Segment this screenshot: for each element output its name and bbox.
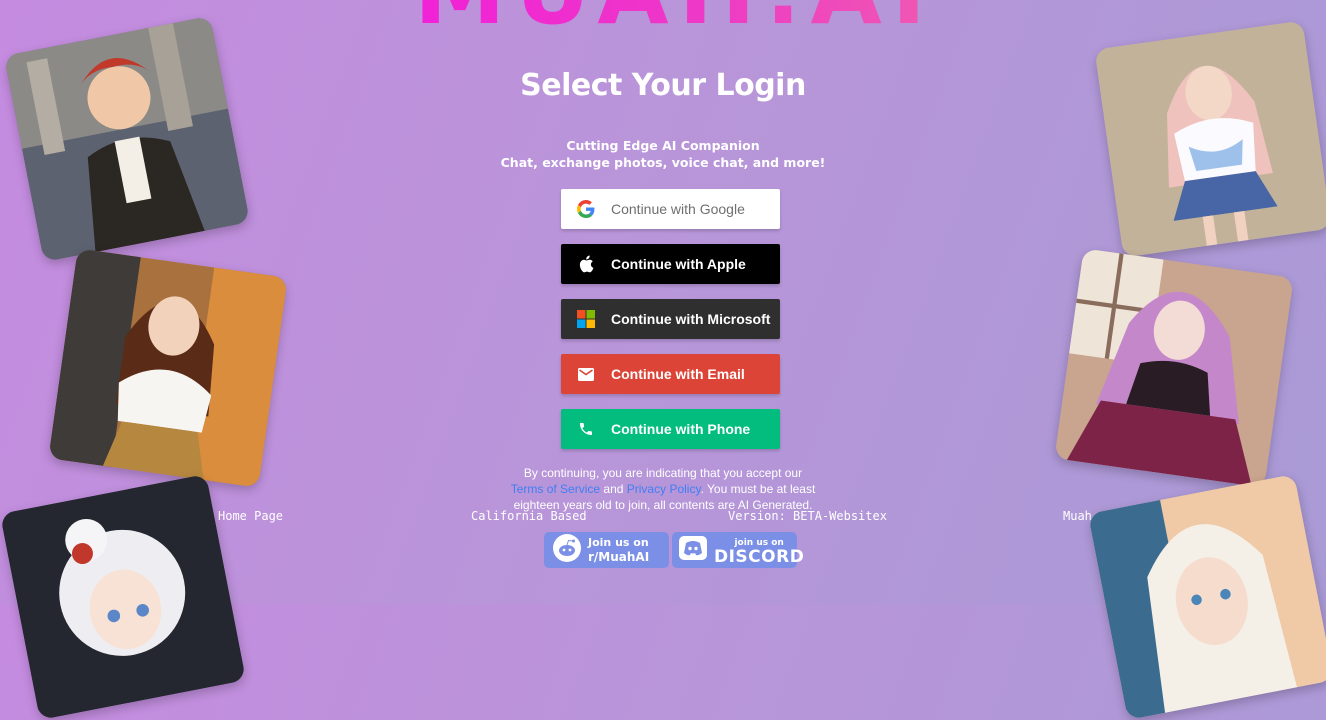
- character-card-right-1: [1094, 20, 1326, 258]
- character-card-left-1: [3, 15, 251, 263]
- google-icon: [577, 200, 595, 218]
- character-card-right-3: [1087, 473, 1326, 720]
- continue-with-phone-button[interactable]: Continue with Phone: [561, 409, 780, 449]
- microsoft-icon: [577, 310, 595, 328]
- reddit-badge-text: Join us on r/MuahAI: [588, 536, 649, 564]
- email-label: Continue with Email: [611, 366, 745, 382]
- discord-icon: [678, 535, 708, 565]
- discord-badge-text: join us on DISCORD: [714, 536, 805, 567]
- character-image: [1054, 248, 1294, 488]
- brand-logo: MUAH.AI: [390, 0, 960, 38]
- legal-notice: By continuing, you are indicating that y…: [508, 465, 818, 513]
- apple-label: Continue with Apple: [611, 256, 746, 272]
- reddit-badge-small: Join us on: [588, 536, 649, 549]
- character-card-left-2: [48, 248, 288, 488]
- phone-label: Continue with Phone: [611, 421, 751, 437]
- google-label: Continue with Google: [611, 201, 745, 217]
- character-card-left-3: [0, 473, 247, 720]
- continue-with-microsoft-button[interactable]: Continue with Microsoft: [561, 299, 780, 339]
- discord-badge-large: DISCORD: [714, 547, 805, 567]
- phone-icon: [577, 420, 595, 438]
- character-image: [1087, 473, 1326, 720]
- character-image: [48, 248, 288, 488]
- discord-join-button[interactable]: join us on DISCORD: [672, 532, 804, 568]
- legal-and: and: [603, 482, 624, 496]
- reddit-badge-large: r/MuahAI: [588, 550, 650, 564]
- character-card-right-2: [1054, 248, 1294, 488]
- mail-icon: [577, 365, 595, 383]
- continue-with-email-button[interactable]: Continue with Email: [561, 354, 780, 394]
- legal-prefix: By continuing, you are indicating that y…: [523, 466, 803, 480]
- footer-location: California Based: [471, 509, 587, 523]
- character-image: [3, 15, 251, 263]
- terms-of-service-link[interactable]: Terms of Service: [511, 482, 600, 496]
- character-image: [0, 473, 247, 720]
- character-image: [1094, 20, 1326, 258]
- footer-version: Version: BETA-Websitex: [728, 509, 887, 523]
- privacy-policy-link[interactable]: Privacy Policy: [627, 482, 701, 496]
- microsoft-label: Continue with Microsoft: [611, 311, 771, 327]
- apple-icon: [577, 255, 595, 273]
- reddit-icon: [552, 533, 582, 567]
- reddit-join-button[interactable]: Join us on r/MuahAI: [544, 532, 669, 568]
- footer-home-link[interactable]: Home Page: [218, 509, 283, 523]
- continue-with-apple-button[interactable]: Continue with Apple: [561, 244, 780, 284]
- continue-with-google-button[interactable]: Continue with Google: [561, 189, 780, 229]
